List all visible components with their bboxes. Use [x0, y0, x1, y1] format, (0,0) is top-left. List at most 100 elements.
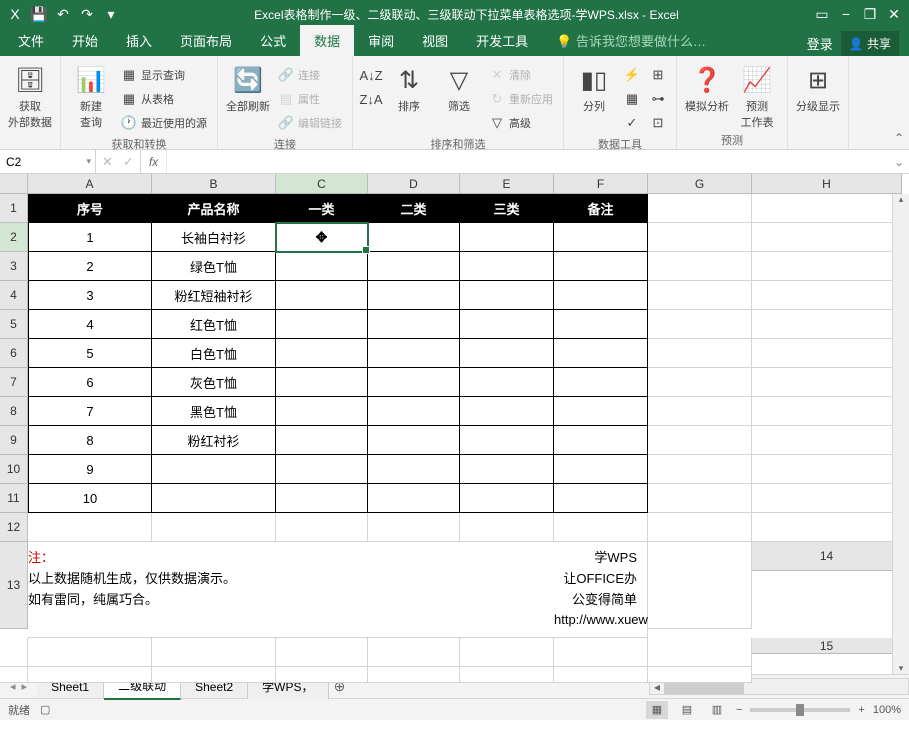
save-button[interactable]: 💾 — [28, 3, 50, 25]
minimize-button[interactable]: − — [835, 3, 857, 25]
sort-az-button[interactable]: A↓Z — [361, 64, 381, 86]
select-all-corner[interactable] — [0, 174, 28, 194]
relationships-button[interactable]: ⊶ — [648, 88, 668, 110]
cell[interactable] — [752, 194, 902, 223]
cell[interactable] — [752, 339, 902, 368]
refresh-all-button[interactable]: 🔄全部刷新 — [226, 60, 270, 114]
row-10[interactable]: 10 — [0, 455, 28, 484]
tab-review[interactable]: 审阅 — [354, 25, 408, 56]
col-A[interactable]: A — [28, 174, 152, 194]
cell[interactable] — [276, 667, 368, 683]
header-seq[interactable]: 序号 — [28, 194, 152, 223]
zoom-level[interactable]: 100% — [873, 704, 901, 716]
row-2[interactable]: 2 — [0, 223, 28, 252]
new-query-button[interactable]: 📊新建 查询 — [69, 60, 113, 130]
cell[interactable] — [276, 426, 368, 455]
cell[interactable] — [276, 310, 368, 339]
tab-insert[interactable]: 插入 — [112, 25, 166, 56]
expand-formula-button[interactable]: ⌄ — [889, 150, 909, 173]
cell[interactable] — [368, 455, 460, 484]
cell[interactable] — [554, 484, 648, 513]
share-button[interactable]: 👤 共享 — [841, 31, 899, 56]
cell-B7[interactable]: 灰色T恤 — [152, 368, 276, 397]
cell[interactable] — [554, 455, 648, 484]
note-area[interactable]: 注： 以上数据随机生成，仅供数据演示。 如有雷同，纯属巧合。 — [28, 542, 554, 638]
connections-button[interactable]: 🔗连接 — [276, 64, 344, 86]
cell-B6[interactable]: 白色T恤 — [152, 339, 276, 368]
name-box[interactable]: C2 — [0, 150, 96, 173]
close-button[interactable]: ✕ — [883, 3, 905, 25]
from-table-button[interactable]: ▦从表格 — [119, 88, 209, 110]
cell[interactable] — [368, 426, 460, 455]
redo-button[interactable]: ↷ — [76, 3, 98, 25]
qat-more-button[interactable]: ▾ — [100, 3, 122, 25]
flash-fill-button[interactable]: ⚡ — [622, 64, 642, 86]
cell[interactable] — [648, 194, 752, 223]
cell[interactable] — [554, 368, 648, 397]
cell[interactable] — [28, 667, 152, 683]
cell-B11[interactable] — [152, 484, 276, 513]
cell[interactable] — [152, 667, 276, 683]
cell[interactable] — [368, 638, 460, 667]
cell[interactable] — [460, 252, 554, 281]
consolidate-button[interactable]: ⊞ — [648, 64, 668, 86]
cell-B8[interactable]: 黑色T恤 — [152, 397, 276, 426]
cell[interactable] — [648, 339, 752, 368]
cell[interactable] — [752, 281, 902, 310]
cell-E2[interactable] — [460, 223, 554, 252]
cell[interactable] — [368, 281, 460, 310]
view-normal-button[interactable]: ▦ — [646, 701, 668, 719]
cell[interactable] — [276, 638, 368, 667]
cell[interactable] — [752, 310, 902, 339]
cell[interactable] — [648, 667, 752, 683]
zoom-slider[interactable] — [750, 708, 850, 712]
cell[interactable] — [752, 513, 902, 542]
cell[interactable] — [648, 281, 752, 310]
row-3[interactable]: 3 — [0, 252, 28, 281]
header-cat2[interactable]: 二类 — [368, 194, 460, 223]
col-G[interactable]: G — [648, 174, 752, 194]
cell[interactable] — [648, 397, 752, 426]
cell-A6[interactable]: 5 — [28, 339, 152, 368]
info-area[interactable]: 学WPS 让OFFICE办公变得简单 http://www.xuewps.com… — [554, 542, 648, 638]
row-11[interactable]: 11 — [0, 484, 28, 513]
cell[interactable] — [0, 638, 28, 667]
cell-C2[interactable]: ✥ — [276, 223, 368, 252]
restore-button[interactable]: ❐ — [859, 3, 881, 25]
cell-A4[interactable]: 3 — [28, 281, 152, 310]
cell[interactable] — [368, 339, 460, 368]
header-cat3[interactable]: 三类 — [460, 194, 554, 223]
cell[interactable] — [368, 484, 460, 513]
get-external-data-button[interactable]: 🗄获取 外部数据 — [8, 60, 52, 130]
cell-B5[interactable]: 红色T恤 — [152, 310, 276, 339]
cell[interactable] — [554, 281, 648, 310]
tab-home[interactable]: 开始 — [58, 25, 112, 56]
cell-B3[interactable]: 绿色T恤 — [152, 252, 276, 281]
col-B[interactable]: B — [152, 174, 276, 194]
cell[interactable] — [460, 310, 554, 339]
cell[interactable] — [648, 542, 752, 629]
cell[interactable] — [368, 368, 460, 397]
cell[interactable] — [648, 223, 752, 252]
cell[interactable] — [648, 426, 752, 455]
col-F[interactable]: F — [554, 174, 648, 194]
cell[interactable] — [276, 339, 368, 368]
cell[interactable] — [752, 397, 902, 426]
cell-B2[interactable]: 长袖白衬衫 — [152, 223, 276, 252]
zoom-out-button[interactable]: − — [736, 704, 742, 716]
cell-D2[interactable] — [368, 223, 460, 252]
header-name[interactable]: 产品名称 — [152, 194, 276, 223]
spreadsheet-grid[interactable]: A B C D E F G H 1 序号 产品名称 一类 二类 三类 备注 2 … — [0, 174, 909, 683]
header-note[interactable]: 备注 — [554, 194, 648, 223]
tab-formula[interactable]: 公式 — [246, 25, 300, 56]
cell[interactable] — [152, 513, 276, 542]
cell[interactable] — [648, 484, 752, 513]
row-9[interactable]: 9 — [0, 426, 28, 455]
zoom-in-button[interactable]: + — [858, 704, 864, 716]
cell-A5[interactable]: 4 — [28, 310, 152, 339]
cell[interactable] — [648, 368, 752, 397]
cell[interactable] — [276, 455, 368, 484]
cell[interactable] — [460, 513, 554, 542]
cell-B9[interactable]: 粉红衬衫 — [152, 426, 276, 455]
fx-button[interactable]: fx — [141, 150, 167, 173]
